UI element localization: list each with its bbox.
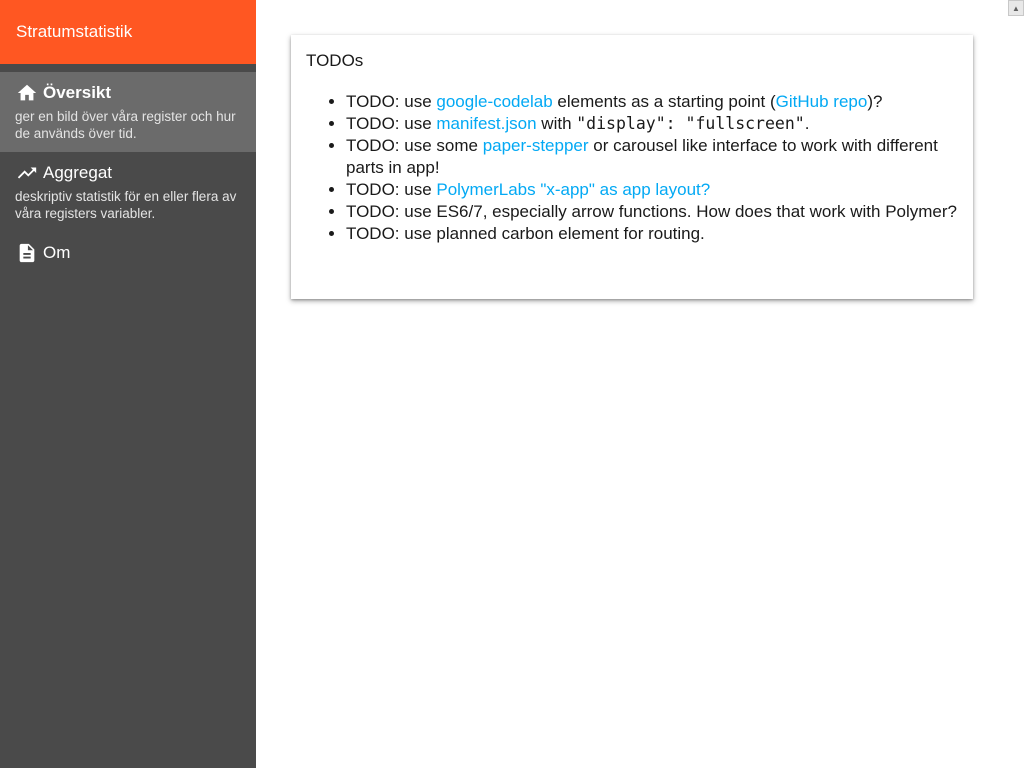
list-item: TODO: use ES6/7, especially arrow functi… [346, 201, 958, 223]
todo-card: TODOs TODO: use google-codelab elements … [291, 35, 973, 299]
list-item: TODO: use google-codelab elements as a s… [346, 91, 958, 113]
trending-up-icon [15, 161, 39, 185]
sidebar-item-aggregat[interactable]: Aggregat deskriptiv statistik för en ell… [0, 152, 256, 232]
sidebar: Stratumstatistik Översikt ger en bild öv… [0, 0, 256, 768]
manifest-json-link[interactable]: manifest.json [436, 114, 536, 133]
sidebar-item-description: deskriptiv statistik för en eller flera … [15, 189, 237, 221]
list-item: TODO: use manifest.json with "display": … [346, 113, 958, 135]
home-icon [15, 81, 39, 105]
sidebar-item-label: Översikt [43, 83, 112, 102]
app-header: Stratumstatistik [0, 0, 256, 64]
scroll-up-arrow-icon[interactable]: ▲ [1008, 0, 1024, 16]
paper-stepper-link[interactable]: paper-stepper [483, 136, 589, 155]
sidebar-item-description: ger en bild över våra register och hur d… [15, 109, 236, 141]
todo-list: TODO: use google-codelab elements as a s… [306, 91, 958, 245]
document-icon [15, 241, 39, 265]
sidebar-item-oversikt[interactable]: Översikt ger en bild över våra register … [0, 72, 256, 152]
card-title: TODOs [306, 51, 364, 70]
list-item: TODO: use some paper-stepper or carousel… [346, 135, 958, 179]
google-codelab-link[interactable]: google-codelab [436, 92, 552, 111]
main-content: TODOs TODO: use google-codelab elements … [256, 0, 1024, 768]
sidebar-item-label: Aggregat [43, 163, 112, 182]
sidebar-nav: Översikt ger en bild över våra register … [0, 72, 256, 274]
list-item: TODO: use PolymerLabs "x-app" as app lay… [346, 179, 958, 201]
code-snippet: "display": "fullscreen" [576, 114, 805, 133]
polymerlabs-x-app-link[interactable]: PolymerLabs "x-app" as app layout? [436, 180, 710, 199]
app-title: Stratumstatistik [16, 22, 133, 41]
sidebar-item-label: Om [43, 243, 71, 262]
github-repo-link[interactable]: GitHub repo [776, 92, 868, 111]
sidebar-item-om[interactable]: Om [0, 232, 256, 274]
list-item: TODO: use planned carbon element for rou… [346, 223, 958, 245]
